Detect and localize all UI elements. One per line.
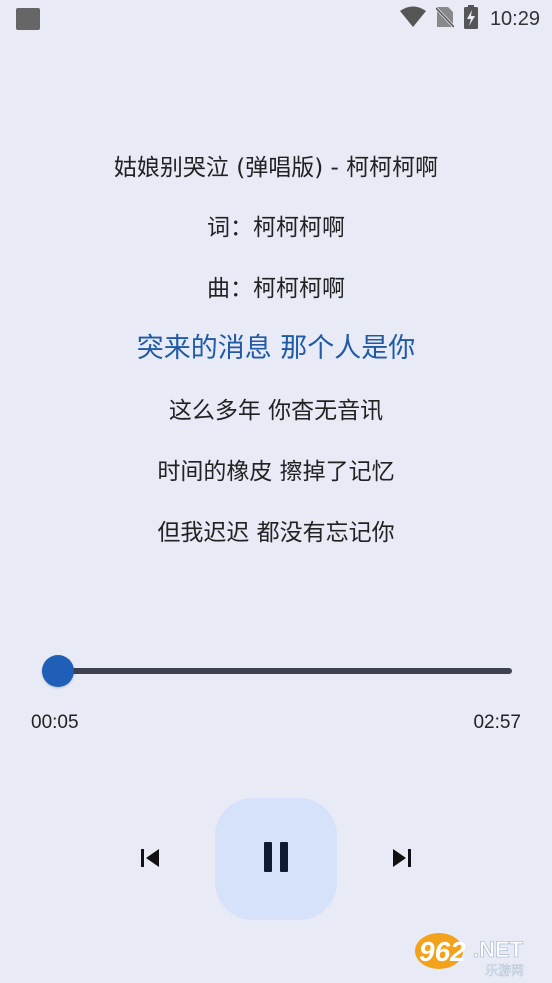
battery-charging-icon	[463, 5, 478, 33]
svg-text:962: 962	[419, 936, 466, 967]
lyric-line: 时间的橡皮 擦掉了记忆	[157, 459, 395, 485]
skip-next-icon	[391, 848, 413, 872]
notification-square-icon	[16, 8, 40, 30]
seek-thumb[interactable]	[42, 655, 74, 687]
watermark-logo: 962 .NET 乐游网	[411, 929, 546, 979]
lyric-line: 但我迟迟 都没有忘记你	[157, 520, 395, 546]
song-title-line: 姑娘别哭泣 (弹唱版) - 柯柯柯啊	[113, 155, 439, 181]
play-pause-button[interactable]	[215, 798, 337, 920]
svg-text:.NET: .NET	[473, 937, 524, 962]
wifi-icon	[399, 6, 426, 32]
previous-button[interactable]	[130, 840, 170, 880]
skip-previous-icon	[139, 848, 161, 872]
svg-text:乐游网: 乐游网	[485, 964, 524, 979]
seek-bar[interactable]	[42, 655, 512, 687]
current-time: 00:05	[31, 712, 79, 733]
pause-icon	[262, 841, 290, 877]
active-lyric-line: 突来的消息 那个人是你	[136, 333, 416, 364]
status-icons: 10:29	[399, 5, 540, 33]
next-button[interactable]	[382, 840, 422, 880]
lyricist-line: 词：柯柯柯啊	[207, 215, 345, 241]
status-bar: 10:29	[0, 0, 552, 38]
composer-line: 曲：柯柯柯啊	[207, 276, 345, 302]
status-time: 10:29	[489, 7, 540, 30]
no-sim-icon	[434, 6, 456, 32]
total-time: 02:57	[473, 712, 521, 733]
lyric-line: 这么多年 你杳无音讯	[168, 398, 384, 424]
